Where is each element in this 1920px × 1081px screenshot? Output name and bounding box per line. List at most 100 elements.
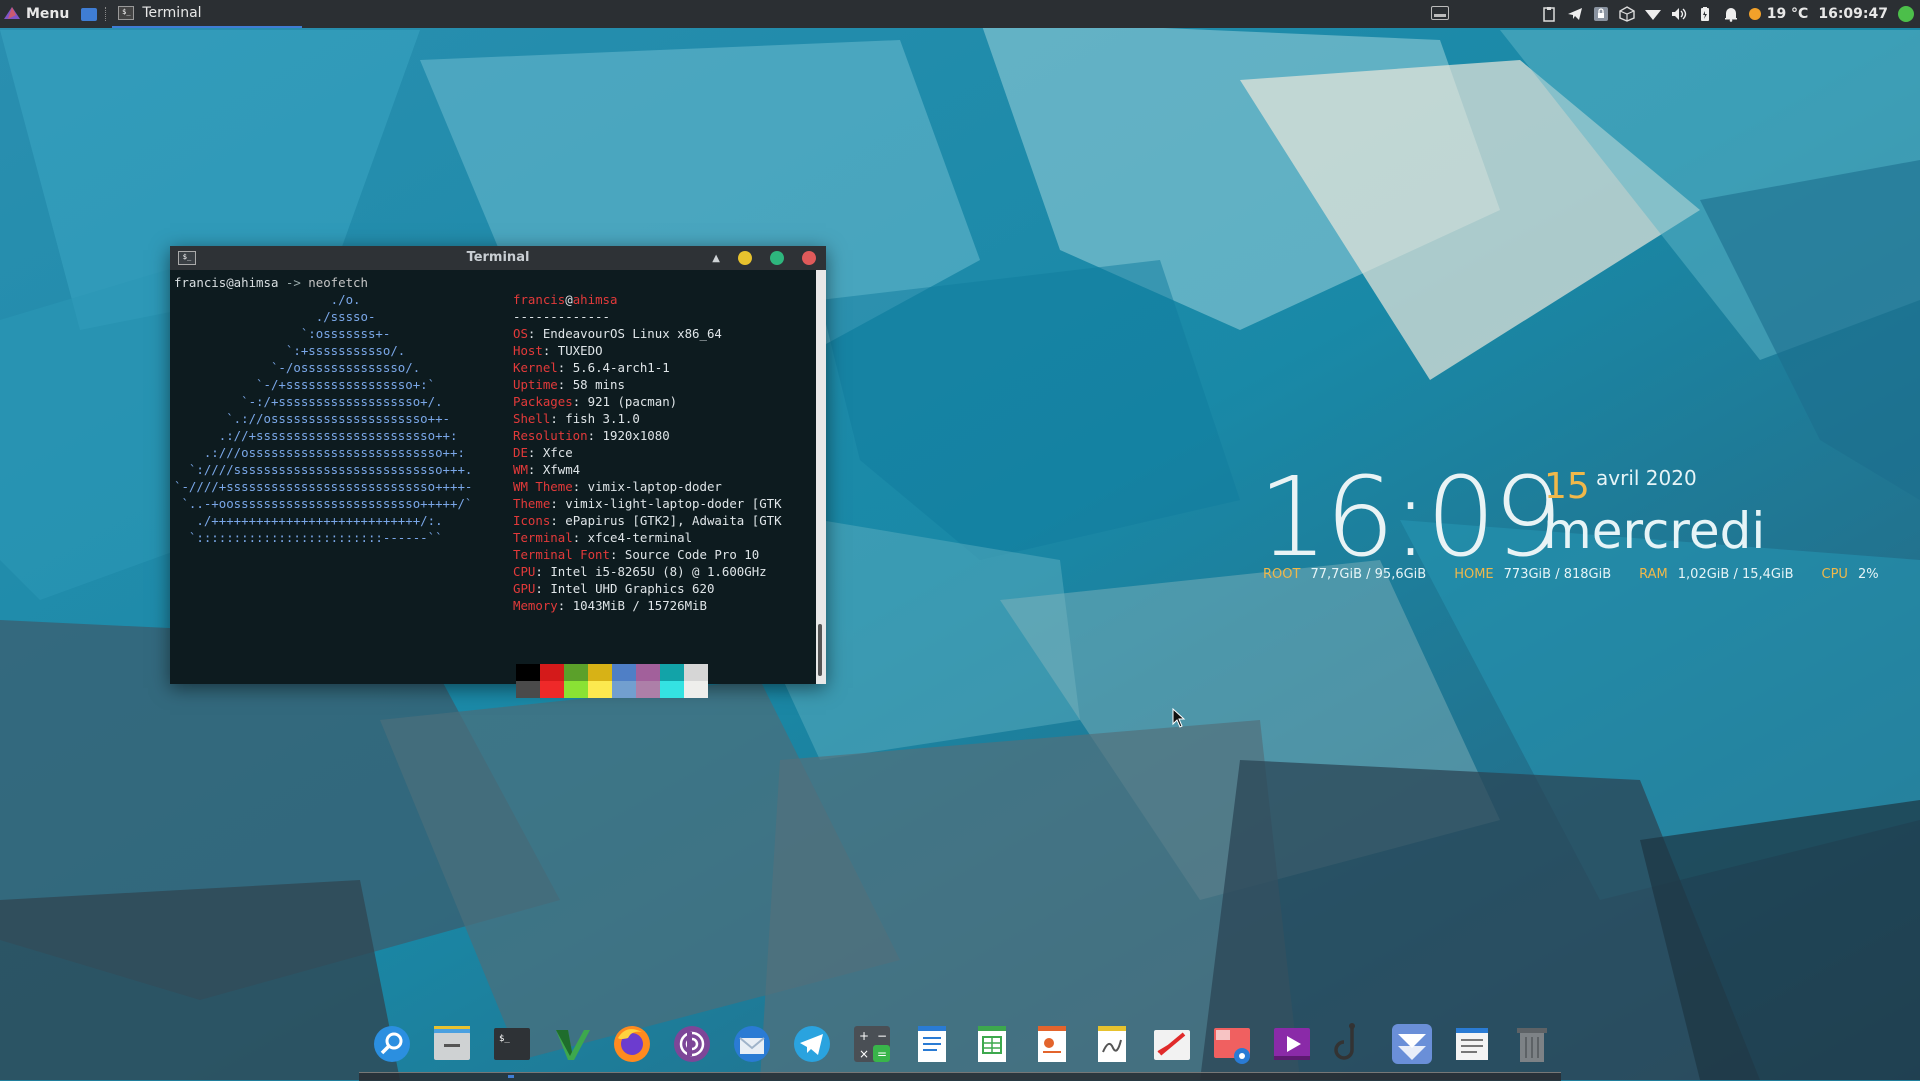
firefox-icon xyxy=(614,1026,650,1062)
wifi-icon[interactable] xyxy=(1644,6,1661,22)
info-colon: : xyxy=(542,343,558,358)
terminal-titlebar[interactable]: $_ Terminal ▲ xyxy=(170,246,826,270)
info-value: 58 mins xyxy=(572,377,625,392)
battery-icon[interactable] xyxy=(1697,6,1713,22)
dock-item[interactable] xyxy=(1270,1022,1314,1066)
dock-item[interactable] xyxy=(550,1022,594,1066)
info-at: @ xyxy=(565,292,573,307)
dock-item[interactable] xyxy=(970,1022,1014,1066)
dock-active-indicator xyxy=(508,1075,514,1078)
dock-item[interactable] xyxy=(1510,1022,1554,1066)
info-line: Kernel: 5.6.4-arch1-1 xyxy=(513,359,670,376)
terminal-window[interactable]: $_ Terminal ▲ francis@ahimsa -> neofetch… xyxy=(170,246,826,698)
volume-icon[interactable] xyxy=(1671,6,1687,22)
info-colon: : xyxy=(557,598,573,613)
info-line: Terminal: xfce4-terminal xyxy=(513,529,692,546)
info-line: WM Theme: vimix-laptop-doder xyxy=(513,478,722,495)
info-colon: : xyxy=(572,394,588,409)
dock-item[interactable] xyxy=(790,1022,834,1066)
info-line: Memory: 1043MiB / 15726MiB xyxy=(513,597,707,614)
info-key: Theme xyxy=(513,496,551,511)
dock-item[interactable] xyxy=(370,1022,414,1066)
home-value: 773GiB / 818GiB xyxy=(1503,567,1612,582)
dock-item[interactable] xyxy=(1330,1022,1374,1066)
info-key: Icons xyxy=(513,513,551,528)
info-colon: : xyxy=(557,360,573,375)
clipboard-icon[interactable] xyxy=(1541,6,1557,22)
close-button[interactable] xyxy=(802,251,816,265)
info-line: WM: Xfwm4 xyxy=(513,461,580,478)
endeavouros-icon xyxy=(1392,1024,1432,1064)
terminal-icon: $_ xyxy=(118,6,135,20)
info-colon: : xyxy=(527,445,543,460)
info-value: EndeavourOS Linux x86_64 xyxy=(542,326,722,341)
ram-value: 1,02GiB / 15,4GiB xyxy=(1677,567,1794,582)
endeavouros-logo-icon xyxy=(4,7,20,19)
info-colon: : xyxy=(527,462,543,477)
weather-temperature: 19 °C xyxy=(1766,6,1809,22)
dock-item[interactable] xyxy=(1030,1022,1074,1066)
dock-item[interactable]: + − × = xyxy=(850,1022,894,1066)
hook-icon xyxy=(1334,1023,1355,1060)
palette-swatch xyxy=(540,664,564,681)
dock-item[interactable]: $_ xyxy=(490,1022,534,1066)
info-line: OS: EndeavourOS Linux x86_64 xyxy=(513,325,722,342)
panel-separator xyxy=(105,7,108,21)
file-manager-icon xyxy=(434,1026,470,1060)
scrollbar-thumb[interactable] xyxy=(818,624,822,676)
dock-item[interactable] xyxy=(670,1022,714,1066)
dock-item[interactable] xyxy=(1390,1022,1434,1066)
info-line: CPU: Intel i5-8265U (8) @ 1.600GHz xyxy=(513,563,767,580)
dock-item[interactable] xyxy=(730,1022,774,1066)
info-key: CPU xyxy=(513,564,536,579)
info-value: 921 (pacman) xyxy=(587,394,678,409)
terminal-output[interactable]: francis@ahimsa -> neofetch francis@ahims… xyxy=(170,270,816,698)
shade-icon[interactable]: ▲ xyxy=(712,253,720,264)
info-key: Memory xyxy=(513,598,558,613)
dock-item[interactable] xyxy=(1210,1022,1254,1066)
maximize-button[interactable] xyxy=(770,251,784,265)
applications-menu-button[interactable]: Menu xyxy=(0,0,79,28)
prompt-user: francis@ahimsa xyxy=(174,275,279,290)
ascii-line: `.://osssssssssssssssssssso++- xyxy=(174,411,451,426)
info-value: Xfwm4 xyxy=(542,462,581,477)
notes-icon xyxy=(1154,1030,1190,1060)
dock-item[interactable] xyxy=(1090,1022,1134,1066)
dock-item[interactable] xyxy=(1450,1022,1494,1066)
package-icon[interactable] xyxy=(1619,6,1635,22)
workspace-switcher[interactable] xyxy=(81,7,98,21)
terminal-window-icon[interactable]: $_ xyxy=(178,251,196,265)
media-player-icon xyxy=(1274,1028,1310,1060)
dock-item[interactable] xyxy=(610,1022,654,1066)
svg-text:×: × xyxy=(859,1047,869,1061)
panel-clock[interactable]: 16:09:47 xyxy=(1818,6,1888,22)
prompt-line: francis@ahimsa -> neofetch xyxy=(174,274,368,291)
conky-weekday: mercredi xyxy=(1543,502,1766,560)
ascii-line: .://+ssssssssssssssssssssssso++: xyxy=(174,428,458,443)
palette-swatch xyxy=(516,681,540,698)
telegram-tray-icon[interactable] xyxy=(1567,6,1583,22)
power-icon[interactable] xyxy=(1898,6,1914,22)
minimize-button[interactable] xyxy=(738,251,752,265)
calc-icon xyxy=(978,1026,1006,1062)
dock-item[interactable] xyxy=(430,1022,474,1066)
notifications-bell-icon[interactable] xyxy=(1723,6,1739,22)
info-value: 5.6.4-arch1-1 xyxy=(572,360,670,375)
taskbar-item-terminal[interactable]: $_ Terminal xyxy=(112,0,303,28)
dock-item[interactable] xyxy=(910,1022,954,1066)
terminal-scrollbar[interactable] xyxy=(816,270,826,684)
tor-browser-icon xyxy=(674,1026,710,1062)
dock-item[interactable] xyxy=(1150,1022,1194,1066)
info-key: WM xyxy=(513,462,528,477)
info-line: Icons: ePapirus [GTK2], Adwaita [GTK xyxy=(513,512,782,529)
taskbar-item-label: Terminal xyxy=(142,5,202,21)
ascii-line: `:::::::::::::::::::::::::------`` xyxy=(174,530,443,545)
lock-icon[interactable] xyxy=(1593,6,1609,22)
root-value: 77,7GiB / 95,6GiB xyxy=(1310,567,1427,582)
ram-label: RAM xyxy=(1639,567,1668,582)
weather-widget[interactable]: 19 °C xyxy=(1748,6,1809,22)
show-desktop-button[interactable] xyxy=(1431,6,1449,20)
info-key: OS xyxy=(513,326,528,341)
palette-swatch xyxy=(588,664,612,681)
palette-swatch xyxy=(660,681,684,698)
